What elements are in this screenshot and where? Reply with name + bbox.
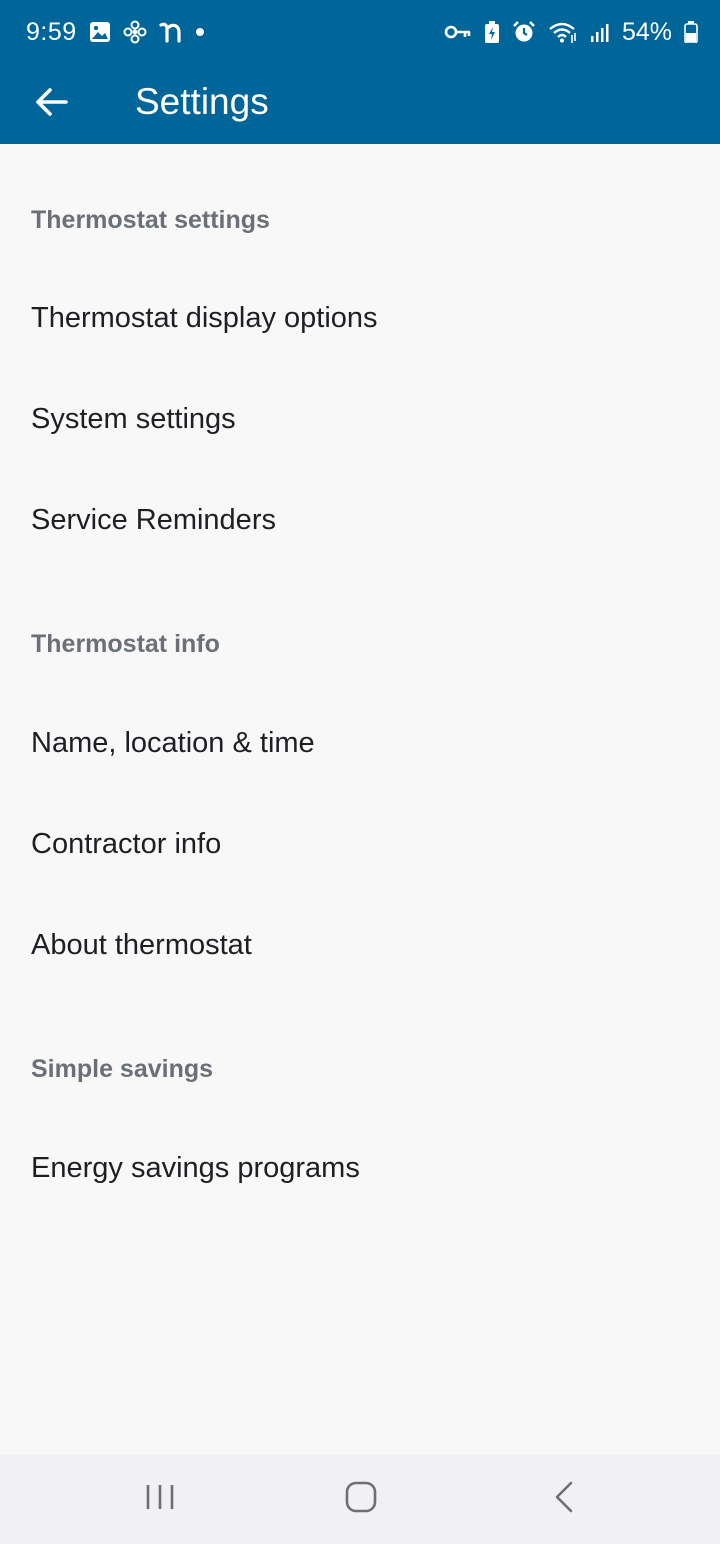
- signal-icon: [590, 22, 610, 42]
- status-bar: 9:59 54%: [0, 0, 720, 64]
- vpn-key-icon: [444, 23, 472, 41]
- gallery-icon: [89, 21, 111, 43]
- n-app-icon: [159, 21, 183, 43]
- status-bar-right: 54%: [444, 18, 698, 47]
- recents-icon: [144, 1483, 176, 1516]
- status-time: 9:59: [26, 17, 77, 46]
- section-header-thermostat-info: Thermostat info: [31, 630, 220, 658]
- list-item-about-thermostat[interactable]: About thermostat: [0, 900, 720, 990]
- home-button[interactable]: [301, 1454, 421, 1544]
- arrow-left-icon: [34, 87, 68, 122]
- battery-icon: [684, 21, 698, 43]
- list-item-name-location-time[interactable]: Name, location & time: [0, 698, 720, 788]
- app-bar: Settings: [0, 64, 720, 144]
- alarm-icon: [512, 20, 536, 44]
- battery-percent: 54%: [621, 17, 672, 46]
- list-item-contractor-info[interactable]: Contractor info: [0, 799, 720, 889]
- section-header-simple-savings: Simple savings: [31, 1055, 214, 1083]
- page-title: Settings: [135, 81, 269, 122]
- recents-button[interactable]: [100, 1454, 220, 1544]
- nav-back-button[interactable]: [504, 1454, 624, 1544]
- battery-saver-icon: [484, 21, 500, 43]
- list-item-service-reminders[interactable]: Service Reminders: [0, 475, 720, 565]
- section-header-thermostat-settings: Thermostat settings: [31, 206, 270, 234]
- wifi-icon: [548, 20, 578, 44]
- home-icon: [345, 1481, 377, 1518]
- list-item-energy-savings-programs[interactable]: Energy savings programs: [0, 1123, 720, 1213]
- fan-icon: [123, 20, 147, 44]
- dot-icon: [195, 27, 205, 37]
- back-button[interactable]: [0, 64, 100, 144]
- back-icon: [554, 1481, 574, 1518]
- list-item-thermostat-display-options[interactable]: Thermostat display options: [0, 273, 720, 363]
- list-item-system-settings[interactable]: System settings: [0, 374, 720, 464]
- system-nav-bar: [0, 1454, 720, 1544]
- status-bar-left: 9:59: [26, 18, 205, 47]
- settings-list: Thermostat settings Thermostat display o…: [0, 144, 720, 1454]
